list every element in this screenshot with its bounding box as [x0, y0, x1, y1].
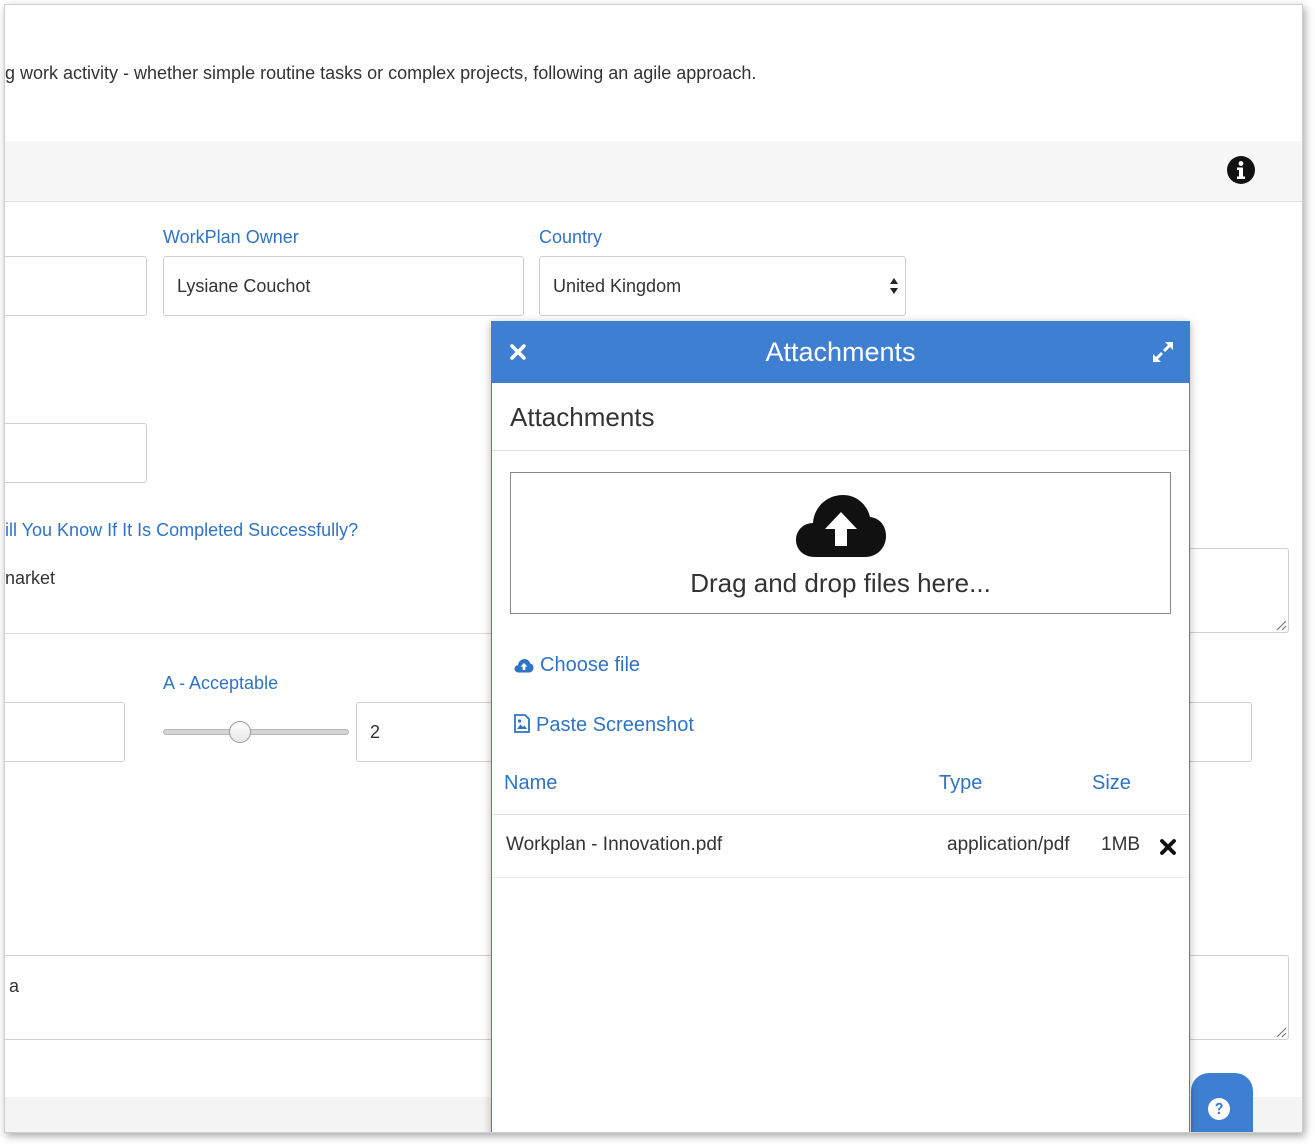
file-type-cell: application/pdf — [947, 834, 1070, 855]
choose-file-link[interactable]: Choose file — [514, 654, 640, 677]
resize-grip-icon[interactable] — [1275, 1026, 1287, 1038]
modal-heading: Attachments — [510, 402, 655, 432]
right-input-row4[interactable] — [1185, 702, 1252, 762]
select-arrows-icon — [890, 278, 898, 294]
page-description: g work activity - whether simple routine… — [5, 63, 757, 83]
column-header-name[interactable]: Name — [504, 772, 557, 795]
left-input-row4[interactable] — [5, 702, 125, 762]
cloud-upload-small-icon — [514, 659, 534, 673]
file-size-cell: 1MB — [1101, 834, 1141, 855]
modal-title-bar: Attachments — [492, 322, 1189, 383]
panel-header — [5, 141, 1302, 202]
info-circle-icon[interactable] — [1226, 155, 1256, 185]
divider — [492, 814, 1189, 815]
remove-file-icon[interactable] — [1159, 838, 1177, 856]
file-dropzone[interactable]: Drag and drop files here... — [510, 472, 1171, 614]
divider — [492, 877, 1189, 878]
resize-grip-icon[interactable] — [1275, 619, 1287, 631]
country-selected-value: United Kingdom — [553, 276, 682, 296]
app-window: g work activity - whether simple routine… — [4, 4, 1303, 1133]
paste-screenshot-label: Paste Screenshot — [536, 714, 694, 736]
image-file-icon — [514, 714, 530, 733]
help-button[interactable] — [1191, 1073, 1253, 1132]
expand-icon[interactable] — [1151, 340, 1175, 364]
country-select[interactable]: United Kingdom — [539, 256, 906, 316]
bottom-right-textarea[interactable] — [1185, 955, 1289, 1040]
success-answer-right-field[interactable] — [1185, 548, 1289, 633]
acceptable-slider-track[interactable] — [163, 729, 349, 735]
file-name-cell[interactable]: Workplan - Innovation.pdf — [506, 834, 722, 856]
choose-file-label: Choose file — [540, 654, 641, 676]
left-input-row2[interactable] — [5, 423, 147, 483]
bottom-textarea[interactable]: a — [5, 955, 495, 1040]
acceptable-label: A - Acceptable — [163, 673, 279, 693]
cloud-upload-icon — [796, 495, 886, 557]
column-header-type[interactable]: Type — [939, 772, 982, 795]
workplan-owner-label: WorkPlan Owner — [163, 227, 299, 247]
column-header-size[interactable]: Size — [1092, 772, 1131, 795]
modal-title: Attachments — [765, 337, 916, 367]
divider — [5, 633, 495, 634]
attachments-modal: Attachments Attachments Drag and drop fi… — [491, 321, 1190, 1132]
dropzone-text: Drag and drop files here... — [690, 568, 991, 598]
question-circle-icon — [1208, 1098, 1230, 1120]
acceptable-slider-thumb[interactable] — [229, 721, 251, 743]
divider — [492, 450, 1189, 451]
success-answer-text: narket — [5, 568, 56, 588]
paste-screenshot-link[interactable]: Paste Screenshot — [514, 714, 694, 737]
left-input-row1[interactable] — [5, 256, 147, 316]
workplan-owner-field[interactable]: Lysiane Couchot — [163, 256, 524, 316]
country-label: Country — [539, 227, 603, 247]
acceptable-value-field[interactable]: 2 — [356, 702, 506, 762]
bottom-textarea-text: a — [9, 976, 20, 996]
success-question-label: ill You Know If It Is Completed Successf… — [5, 520, 359, 540]
